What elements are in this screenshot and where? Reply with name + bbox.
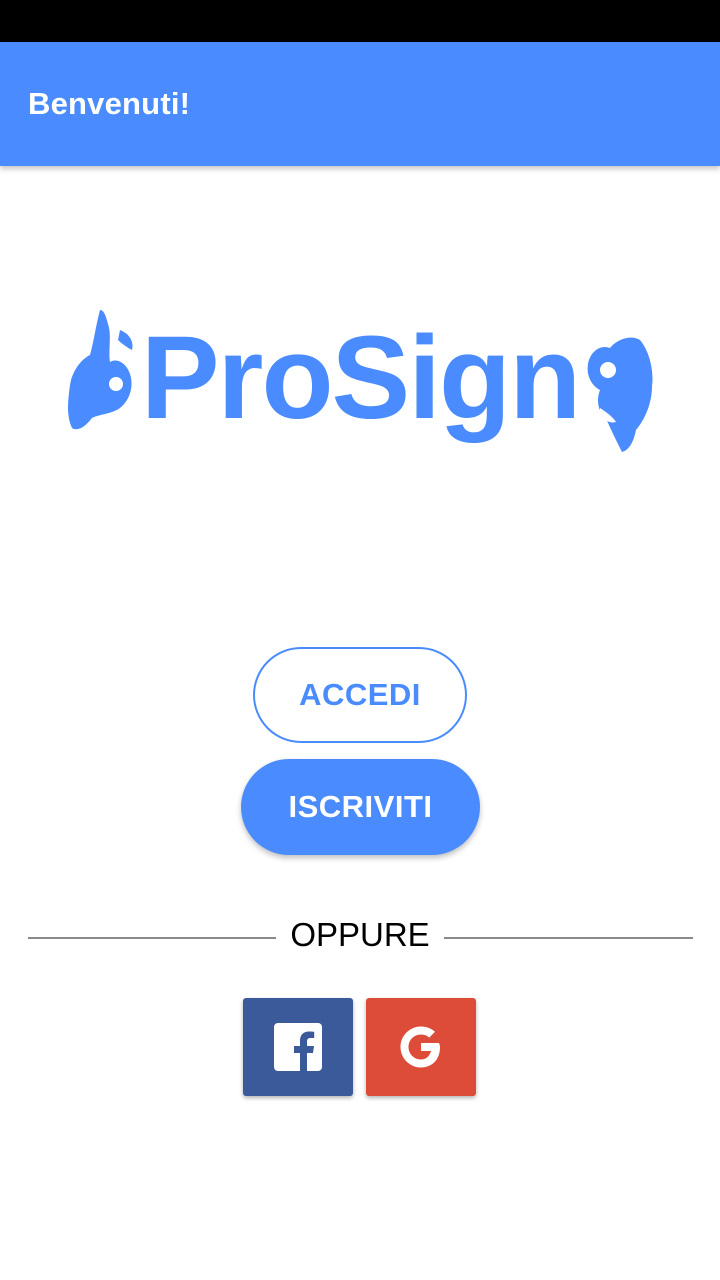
- login-button[interactable]: ACCEDI: [253, 647, 467, 743]
- facebook-icon: [274, 1023, 322, 1071]
- divider-label: OPPURE: [290, 916, 430, 953]
- app-bar-title: Benvenuti!: [28, 86, 191, 121]
- divider-line-right: [444, 937, 693, 939]
- status-bar: [0, 0, 720, 42]
- prosign-logo: ProSign: [60, 300, 660, 465]
- facebook-login-button[interactable]: [243, 998, 353, 1096]
- google-login-button[interactable]: [366, 998, 476, 1096]
- ok-hand-sign-icon: [68, 310, 133, 430]
- ok-hand-sign-icon: [587, 337, 653, 452]
- app-bar: Benvenuti!: [0, 42, 720, 166]
- divider-line-left: [28, 937, 276, 939]
- google-icon: [400, 1026, 440, 1068]
- signup-button[interactable]: ISCRIVITI: [241, 759, 480, 855]
- welcome-screen: Benvenuti! ProSign ACCEDI ISCRIVITI OPPU…: [0, 0, 720, 1280]
- logo-wordmark: ProSign: [141, 312, 579, 444]
